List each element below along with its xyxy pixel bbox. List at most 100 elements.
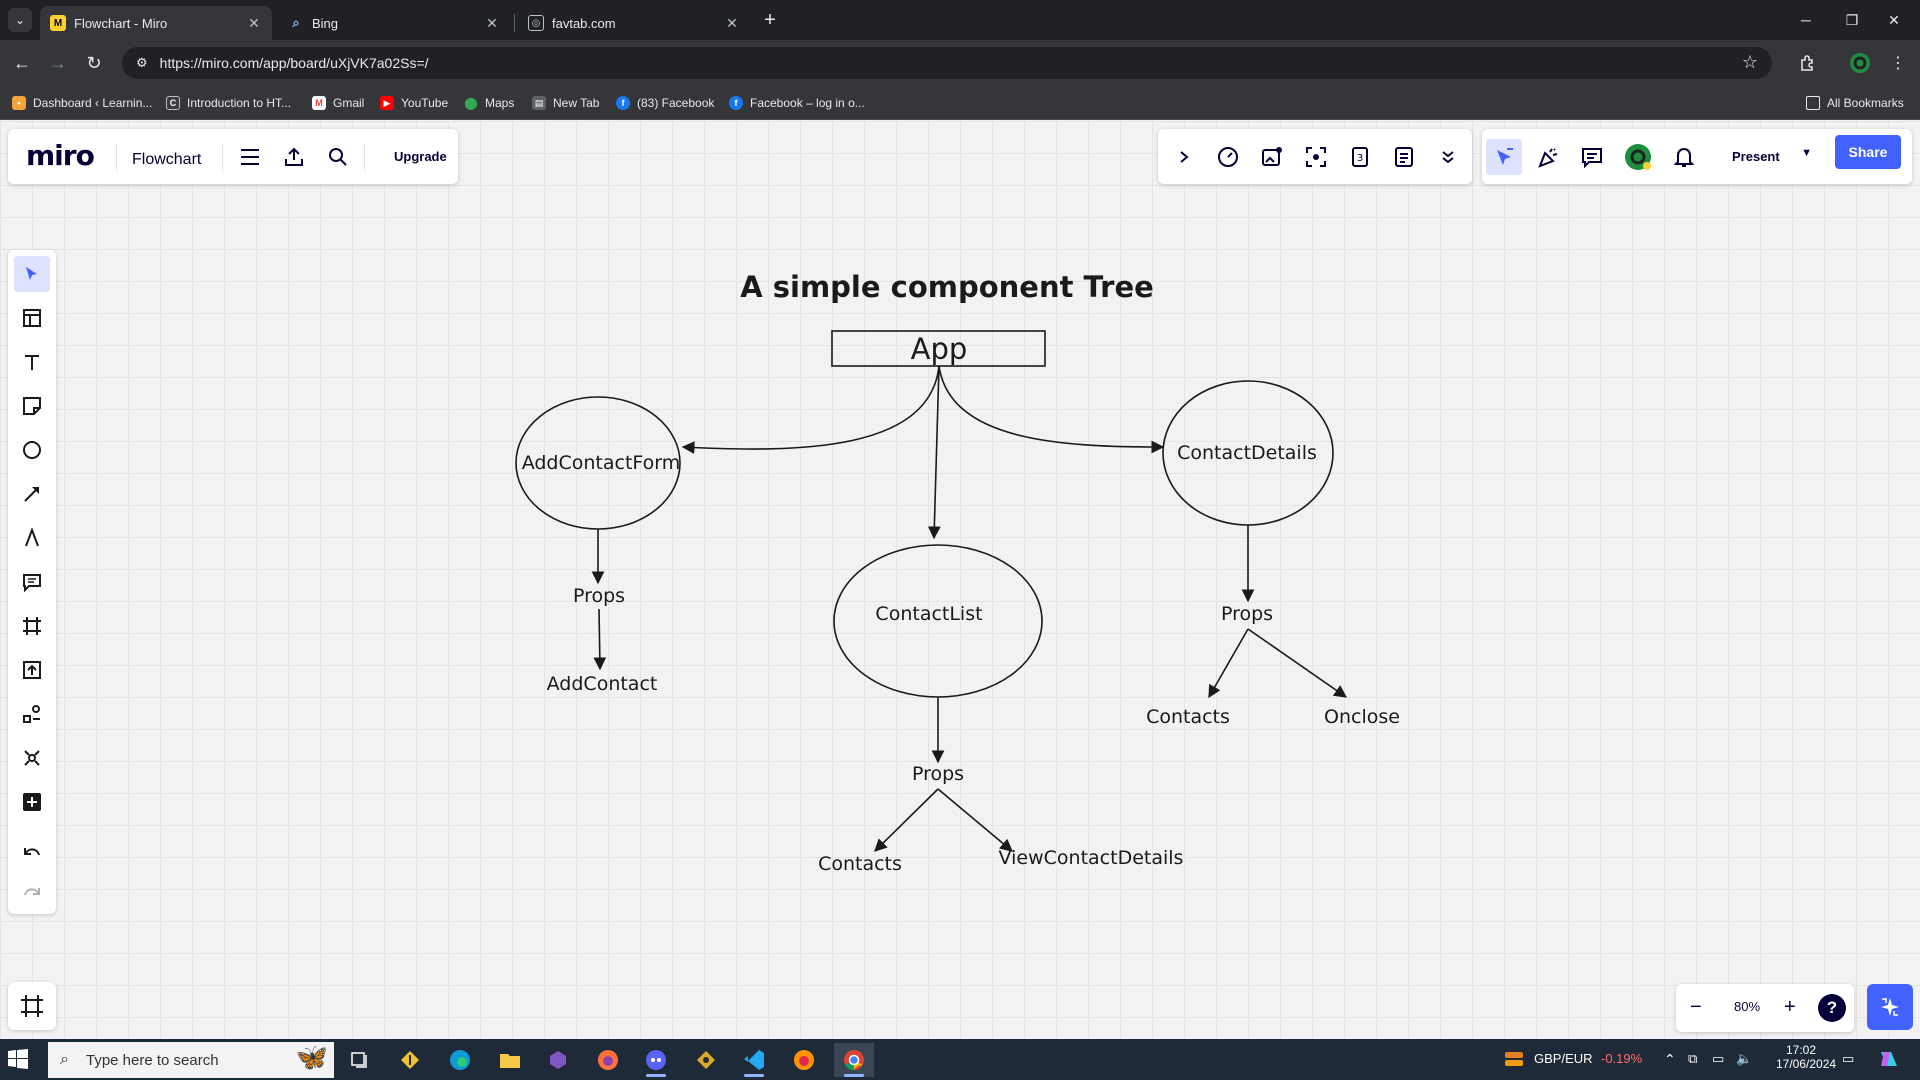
copilot-hexagon-icon[interactable] bbox=[538, 1043, 578, 1077]
voting-counter-icon[interactable]: 3 bbox=[1342, 139, 1378, 175]
help-button[interactable]: ? bbox=[1818, 994, 1846, 1022]
search-icon[interactable] bbox=[320, 139, 356, 175]
select-cursor-icon[interactable] bbox=[14, 256, 50, 292]
image-add-icon[interactable] bbox=[1254, 139, 1290, 175]
zoom-out-minus-icon[interactable]: − bbox=[1690, 996, 1702, 1019]
comments-icon[interactable] bbox=[1574, 139, 1610, 175]
props-middle-label[interactable]: Props bbox=[912, 763, 964, 785]
addcontact-label[interactable]: AddContact bbox=[547, 673, 658, 695]
app-to-addcontactform-connector[interactable] bbox=[681, 365, 940, 454]
share-button[interactable]: Share bbox=[1835, 135, 1901, 169]
close-window-icon[interactable]: ✕ bbox=[1866, 0, 1920, 40]
git-diamond-icon[interactable] bbox=[390, 1043, 430, 1077]
props-to-addcontact-connector[interactable] bbox=[593, 608, 607, 671]
props-left-label[interactable]: Props bbox=[573, 585, 625, 607]
forward-arrow-icon[interactable]: → bbox=[44, 49, 72, 77]
diagram-title[interactable]: A simple component Tree bbox=[740, 270, 1154, 304]
more-apps-plus-icon[interactable] bbox=[14, 784, 50, 820]
battery-icon[interactable]: ▭ bbox=[1712, 1051, 1724, 1067]
miro-board-canvas[interactable]: A simple component Tree App AddContactFo… bbox=[0, 121, 1920, 1039]
tab-bing[interactable]: ⌕ Bing ✕ bbox=[278, 6, 510, 40]
shape-circle-icon[interactable] bbox=[14, 432, 50, 468]
props-to-viewcontactdetails-connector[interactable] bbox=[937, 788, 1013, 852]
app-to-contactlist-connector[interactable] bbox=[927, 365, 941, 540]
text-tool-icon[interactable] bbox=[14, 344, 50, 380]
firefox-icon[interactable] bbox=[588, 1043, 628, 1077]
frame-tool-icon[interactable] bbox=[14, 608, 50, 644]
chrome-icon[interactable] bbox=[834, 1043, 874, 1077]
task-view-icon[interactable] bbox=[340, 1043, 380, 1077]
comment-tool-icon[interactable] bbox=[14, 564, 50, 600]
addcontactform-label[interactable]: AddContactForm bbox=[522, 452, 681, 474]
network-icon[interactable]: ⧉ bbox=[1688, 1051, 1697, 1067]
props-right-label[interactable]: Props bbox=[1221, 603, 1273, 625]
bookmark-introduction[interactable]: C Introduction to HT... bbox=[166, 94, 291, 112]
notifications-bell-icon[interactable] bbox=[1666, 139, 1702, 175]
bookmark-maps[interactable]: ⬤ Maps bbox=[464, 94, 514, 112]
bookmark-dashboard[interactable]: ▪ Dashboard ‹ Learnin... bbox=[12, 94, 152, 112]
windows-start-icon[interactable] bbox=[8, 1049, 30, 1071]
upload-icon[interactable] bbox=[14, 652, 50, 688]
app-node-label[interactable]: App bbox=[911, 332, 968, 366]
show-hidden-icons-chevron-icon[interactable]: ⌃ bbox=[1664, 1051, 1676, 1068]
discord-icon[interactable] bbox=[636, 1043, 676, 1077]
address-bar[interactable]: ⚙ https://miro.com/app/board/uXjVK7a02Ss… bbox=[122, 47, 1772, 79]
templates-layout-icon[interactable] bbox=[14, 300, 50, 336]
reload-icon[interactable]: ↻ bbox=[80, 49, 108, 77]
pen-draw-icon[interactable] bbox=[14, 520, 50, 556]
celebrate-party-icon[interactable] bbox=[1530, 139, 1566, 175]
present-button[interactable]: Present ▼ bbox=[1718, 139, 1822, 173]
close-tab-icon[interactable]: ✕ bbox=[484, 15, 500, 32]
sticky-note-icon[interactable] bbox=[14, 388, 50, 424]
tab-flowchart-miro[interactable]: M Flowchart - Miro ✕ bbox=[40, 6, 272, 40]
upgrade-button[interactable]: Upgrade bbox=[384, 139, 457, 173]
bookmark-star-icon[interactable]: ☆ bbox=[1742, 52, 1758, 73]
viewcontactdetails-label[interactable]: ViewContactDetails bbox=[999, 847, 1184, 869]
bookmark-youtube[interactable]: ▶ YouTube bbox=[380, 94, 448, 112]
connection-line-icon[interactable] bbox=[14, 476, 50, 512]
speaker-volume-icon[interactable]: 🔈 bbox=[1736, 1051, 1752, 1067]
contactdetails-label[interactable]: ContactDetails bbox=[1177, 442, 1317, 464]
taskbar-search-input[interactable]: ⌕ Type here to search 🦋 bbox=[48, 1042, 334, 1078]
timer-gauge-icon[interactable] bbox=[1210, 139, 1246, 175]
app-to-contactdetails-connector[interactable] bbox=[938, 365, 1165, 454]
board-name[interactable]: Flowchart bbox=[132, 151, 201, 169]
main-menu-hamburger-icon[interactable] bbox=[232, 139, 268, 175]
contactlist-label[interactable]: ContactList bbox=[875, 603, 982, 625]
new-tab-plus-icon[interactable]: + bbox=[758, 8, 782, 32]
notifications-icon[interactable]: ▭ bbox=[1842, 1051, 1854, 1067]
copilot-taskbar-icon[interactable] bbox=[1878, 1048, 1900, 1073]
site-info-icon[interactable]: ⚙ bbox=[136, 55, 148, 71]
bookmark-gmail[interactable]: M Gmail bbox=[312, 94, 364, 112]
focus-frame-icon[interactable] bbox=[1298, 139, 1334, 175]
bookmark-facebook-83[interactable]: f (83) Facebook bbox=[616, 94, 714, 112]
git-tool-icon[interactable] bbox=[686, 1043, 726, 1077]
more-tools-chevrons-icon[interactable] bbox=[1430, 139, 1466, 175]
vscode-icon[interactable] bbox=[734, 1043, 774, 1077]
export-upload-icon[interactable] bbox=[276, 139, 312, 175]
miro-logo[interactable]: miro bbox=[26, 139, 95, 172]
props-to-onclose-connector[interactable] bbox=[1247, 628, 1348, 698]
bookmark-facebook-login[interactable]: f Facebook – log in o... bbox=[729, 94, 865, 112]
ticker-pair[interactable]: GBP/EUR bbox=[1534, 1051, 1593, 1066]
ai-sparkle-button[interactable] bbox=[1867, 984, 1913, 1030]
chevron-right-icon[interactable] bbox=[1166, 139, 1202, 175]
tab-favtab[interactable]: ◎ favtab.com ✕ bbox=[518, 6, 750, 40]
redo-icon[interactable] bbox=[14, 876, 50, 912]
close-tab-icon[interactable]: ✕ bbox=[246, 15, 262, 32]
frames-panel-button[interactable] bbox=[8, 982, 56, 1030]
close-tab-icon[interactable]: ✕ bbox=[724, 15, 740, 32]
contacts-middle-label[interactable]: Contacts bbox=[818, 853, 902, 875]
profile-avatar-icon[interactable] bbox=[1846, 49, 1874, 77]
all-bookmarks[interactable]: All Bookmarks bbox=[1806, 94, 1904, 112]
onclose-label[interactable]: Onclose bbox=[1324, 706, 1400, 728]
browser-menu-kebab-icon[interactable]: ⋮ bbox=[1884, 49, 1912, 77]
bookmark-new-tab[interactable]: ▤ New Tab bbox=[532, 94, 599, 112]
firefox-dev-icon[interactable] bbox=[784, 1043, 824, 1077]
props-to-contacts-right-connector[interactable] bbox=[1208, 628, 1249, 699]
diagramming-shapes-icon[interactable] bbox=[14, 696, 50, 732]
user-avatar-icon[interactable] bbox=[1620, 139, 1656, 175]
props-to-contacts-connector[interactable] bbox=[874, 788, 939, 852]
extensions-puzzle-icon[interactable] bbox=[1794, 49, 1822, 77]
undo-icon[interactable] bbox=[14, 836, 50, 872]
